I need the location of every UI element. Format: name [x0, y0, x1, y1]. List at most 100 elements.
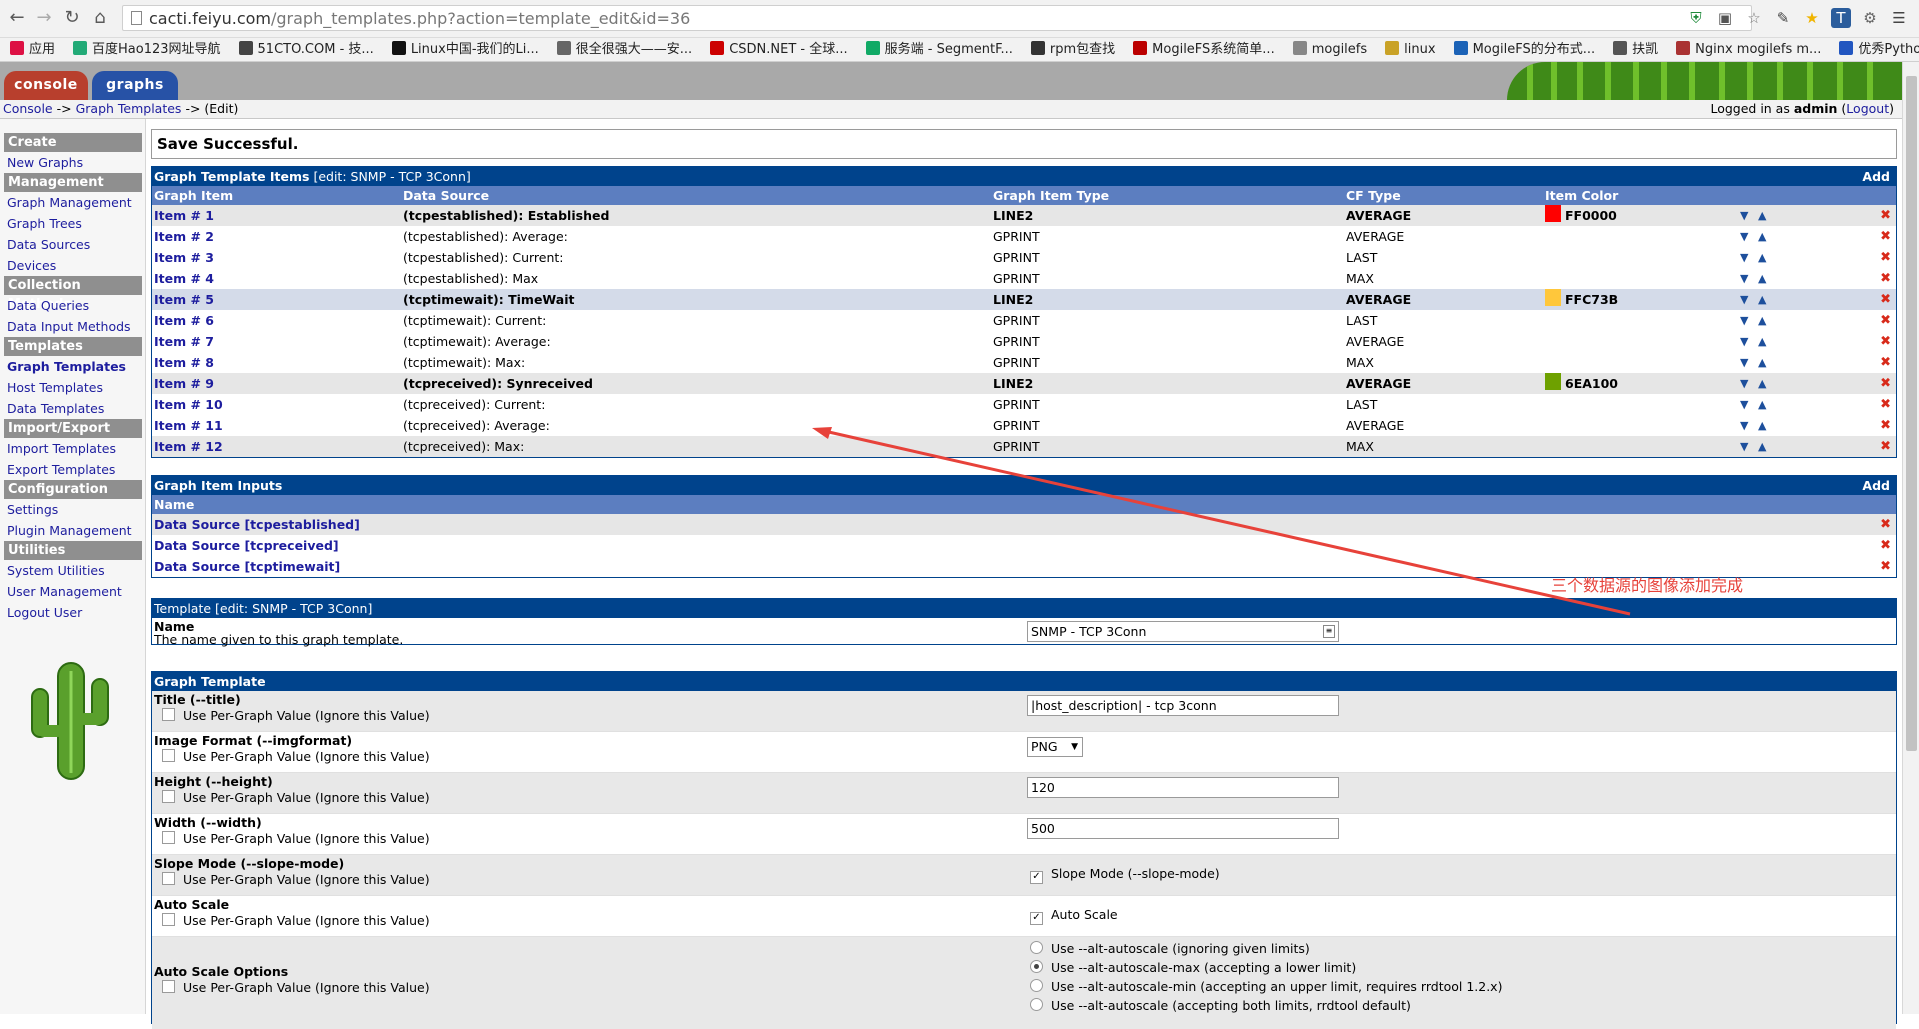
move-up-icon[interactable]: ▲ — [1758, 352, 1766, 373]
graph-item-link[interactable]: Item # 9 — [154, 376, 214, 391]
sidebar-item-graph-trees[interactable]: Graph Trees — [7, 213, 145, 234]
move-down-icon[interactable]: ▼ — [1740, 436, 1748, 457]
brush-icon[interactable]: ✎ — [1773, 8, 1793, 28]
sidebar-item-import-templates[interactable]: Import Templates — [7, 438, 145, 459]
height-per-graph[interactable]: Use Per-Graph Value (Ignore this Value) — [154, 790, 430, 805]
slope-per-graph[interactable]: Use Per-Graph Value (Ignore this Value) — [154, 872, 430, 887]
shield-icon[interactable]: ⛨ — [1686, 8, 1706, 28]
sidebar-item-data-sources[interactable]: Data Sources — [7, 234, 145, 255]
move-down-icon[interactable]: ▼ — [1740, 247, 1748, 268]
sidebar-item-graph-management[interactable]: Graph Management — [7, 192, 145, 213]
graph-item-link[interactable]: Item # 5 — [154, 292, 214, 307]
scroll-thumb[interactable] — [1906, 76, 1917, 751]
delete-icon[interactable]: ✖ — [1880, 226, 1891, 247]
move-down-icon[interactable]: ▼ — [1740, 205, 1748, 226]
bookmark-item[interactable]: linux — [1385, 38, 1436, 61]
delete-icon[interactable]: ✖ — [1880, 352, 1891, 373]
move-up-icon[interactable]: ▲ — [1758, 268, 1766, 289]
imgformat-select[interactable]: PNG ▼ — [1027, 737, 1083, 757]
title-input[interactable]: |host_description| - tcp 3conn — [1027, 695, 1339, 716]
graph-item-link[interactable]: Item # 4 — [154, 271, 214, 286]
move-up-icon[interactable]: ▲ — [1758, 331, 1766, 352]
move-down-icon[interactable]: ▼ — [1740, 415, 1748, 436]
delete-icon[interactable]: ✖ — [1880, 556, 1891, 577]
autoscale-options-per-graph[interactable]: Use Per-Graph Value (Ignore this Value) — [154, 980, 430, 995]
graph-item-link[interactable]: Item # 3 — [154, 250, 214, 265]
bookmark-star-icon[interactable]: ★ — [1802, 8, 1822, 28]
autoscale-option-radio[interactable]: Use --alt-autoscale-max (accepting a low… — [1030, 960, 1356, 975]
sidebar-item-data-templates[interactable]: Data Templates — [7, 398, 145, 419]
url-text[interactable]: cacti.feiyu.com/graph_templates.php?acti… — [149, 9, 690, 28]
bookmark-item[interactable]: MogileFS的分布式... — [1453, 38, 1595, 61]
sidebar-item-plugin-management[interactable]: Plugin Management — [7, 520, 145, 541]
autoscale-option-radio[interactable]: Use --alt-autoscale (ignoring given limi… — [1030, 941, 1310, 956]
name-input[interactable]: SNMP - TCP 3Conn ≡ — [1027, 621, 1339, 642]
sidebar-item-settings[interactable]: Settings — [7, 499, 145, 520]
forward-icon[interactable]: → — [33, 7, 55, 29]
delete-icon[interactable]: ✖ — [1880, 415, 1891, 436]
move-down-icon[interactable]: ▼ — [1740, 352, 1748, 373]
delete-icon[interactable]: ✖ — [1880, 310, 1891, 331]
star-icon[interactable]: ☆ — [1744, 8, 1764, 28]
input-link[interactable]: Data Source [tcpestablished] — [154, 517, 360, 532]
delete-icon[interactable]: ✖ — [1880, 247, 1891, 268]
bookmark-item[interactable]: 百度Hao123网址导航 — [73, 38, 221, 61]
autoscale-option-radio[interactable]: Use --alt-autoscale (accepting both limi… — [1030, 998, 1411, 1013]
graph-item-link[interactable]: Item # 2 — [154, 229, 214, 244]
bookmark-item[interactable]: 应用 — [10, 38, 55, 61]
delete-icon[interactable]: ✖ — [1880, 331, 1891, 352]
t-icon[interactable]: T — [1831, 8, 1851, 28]
add-input-button[interactable]: Add — [1862, 476, 1890, 495]
bookmark-item[interactable]: 优秀Python学习资... — [1839, 38, 1919, 61]
move-down-icon[interactable]: ▼ — [1740, 331, 1748, 352]
delete-icon[interactable]: ✖ — [1880, 535, 1891, 556]
graph-item-link[interactable]: Item # 7 — [154, 334, 214, 349]
sidebar-item-graph-templates[interactable]: Graph Templates — [7, 356, 145, 377]
title-per-graph[interactable]: Use Per-Graph Value (Ignore this Value) — [154, 708, 430, 723]
delete-icon[interactable]: ✖ — [1880, 205, 1891, 226]
sidebar-item-system-utilities[interactable]: System Utilities — [7, 560, 145, 581]
move-down-icon[interactable]: ▼ — [1740, 289, 1748, 310]
move-up-icon[interactable]: ▲ — [1758, 436, 1766, 457]
move-down-icon[interactable]: ▼ — [1740, 310, 1748, 331]
height-input[interactable]: 120 — [1027, 777, 1339, 798]
width-input[interactable]: 500 — [1027, 818, 1339, 839]
sidebar-item-data-queries[interactable]: Data Queries — [7, 295, 145, 316]
move-down-icon[interactable]: ▼ — [1740, 226, 1748, 247]
sidebar-item-data-input-methods[interactable]: Data Input Methods — [7, 316, 145, 337]
bookmark-item[interactable]: mogilefs — [1292, 38, 1367, 61]
width-per-graph[interactable]: Use Per-Graph Value (Ignore this Value) — [154, 831, 430, 846]
autoscale-checkbox[interactable]: ✓ Auto Scale — [1030, 907, 1118, 925]
sidebar-item-devices[interactable]: Devices — [7, 255, 145, 276]
move-down-icon[interactable]: ▼ — [1740, 268, 1748, 289]
bookmark-item[interactable]: 很全很强大——安... — [556, 38, 692, 61]
delete-icon[interactable]: ✖ — [1880, 268, 1891, 289]
bookmark-item[interactable]: MogileFS系统简单... — [1133, 38, 1275, 61]
move-up-icon[interactable]: ▲ — [1758, 205, 1766, 226]
imgformat-per-graph[interactable]: Use Per-Graph Value (Ignore this Value) — [154, 749, 430, 764]
delete-icon[interactable]: ✖ — [1880, 514, 1891, 535]
scrollbar[interactable] — [1902, 62, 1919, 1014]
move-up-icon[interactable]: ▲ — [1758, 226, 1766, 247]
bookmark-item[interactable]: CSDN.NET - 全球... — [710, 38, 848, 61]
bookmark-item[interactable]: Linux中国-我们的Li... — [391, 38, 539, 61]
address-bar[interactable]: cacti.feiyu.com/graph_templates.php?acti… — [122, 5, 1752, 31]
breadcrumb-console[interactable]: Console — [3, 101, 53, 116]
move-up-icon[interactable]: ▲ — [1758, 415, 1766, 436]
delete-icon[interactable]: ✖ — [1880, 373, 1891, 394]
tools-icon[interactable]: ⚙ — [1860, 8, 1880, 28]
bookmark-item[interactable]: 扶凯 — [1613, 38, 1658, 61]
graph-item-link[interactable]: Item # 11 — [154, 418, 223, 433]
bookmark-item[interactable]: 服务端 - SegmentF... — [865, 38, 1013, 61]
input-menu-icon[interactable]: ≡ — [1323, 625, 1335, 638]
bookmark-item[interactable]: 51CTO.COM - 技... — [238, 38, 374, 61]
graph-item-link[interactable]: Item # 10 — [154, 397, 223, 412]
menu-icon[interactable]: ☰ — [1889, 8, 1909, 28]
sidebar-item-logout-user[interactable]: Logout User — [7, 602, 145, 623]
delete-icon[interactable]: ✖ — [1880, 436, 1891, 457]
home-icon[interactable]: ⌂ — [89, 7, 111, 29]
move-up-icon[interactable]: ▲ — [1758, 247, 1766, 268]
autoscale-per-graph[interactable]: Use Per-Graph Value (Ignore this Value) — [154, 913, 430, 928]
breadcrumb-graph-templates[interactable]: Graph Templates — [76, 101, 182, 116]
logout-link[interactable]: Logout — [1846, 101, 1889, 116]
